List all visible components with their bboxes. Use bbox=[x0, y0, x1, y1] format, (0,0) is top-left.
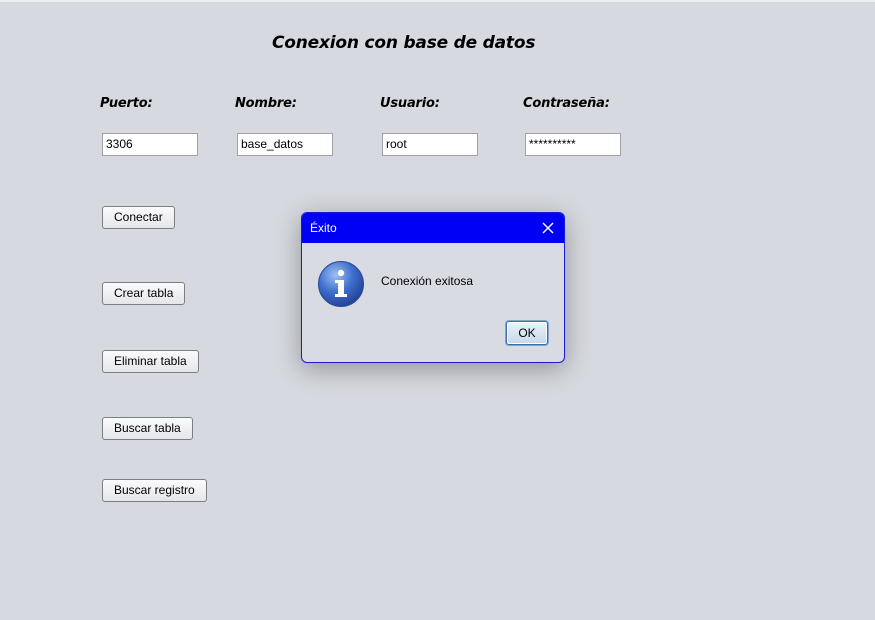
close-icon[interactable] bbox=[538, 218, 558, 238]
password-label: Contraseña: bbox=[523, 96, 610, 111]
database-name-field[interactable]: base_datos bbox=[237, 133, 333, 156]
ok-button[interactable]: OK bbox=[506, 321, 548, 345]
connect-button[interactable]: Conectar bbox=[102, 206, 175, 229]
search-record-button[interactable]: Buscar registro bbox=[102, 479, 207, 502]
delete-table-button[interactable]: Eliminar tabla bbox=[102, 350, 199, 373]
port-field[interactable]: 3306 bbox=[102, 133, 198, 156]
dialog-message: Conexión exitosa bbox=[381, 274, 474, 288]
user-field[interactable]: root bbox=[382, 133, 478, 156]
create-table-button[interactable]: Crear tabla bbox=[102, 282, 186, 305]
dialog-titlebar[interactable]: Éxito bbox=[302, 213, 564, 243]
app-window: { "window": { "title": "Conexion con bas… bbox=[0, 0, 875, 620]
info-icon bbox=[317, 260, 365, 308]
name-label: Nombre: bbox=[235, 96, 297, 111]
page-title: Conexion con base de datos bbox=[272, 33, 536, 53]
dialog-title: Éxito bbox=[310, 221, 337, 235]
success-dialog: Éxito Conexión exitosa OK bbox=[301, 212, 565, 363]
window-top-edge bbox=[0, 0, 875, 2]
user-label: Usuario: bbox=[380, 96, 440, 111]
password-field[interactable]: ********** bbox=[525, 133, 621, 156]
search-table-button[interactable]: Buscar tabla bbox=[102, 417, 193, 440]
port-label: Puerto: bbox=[100, 96, 153, 111]
